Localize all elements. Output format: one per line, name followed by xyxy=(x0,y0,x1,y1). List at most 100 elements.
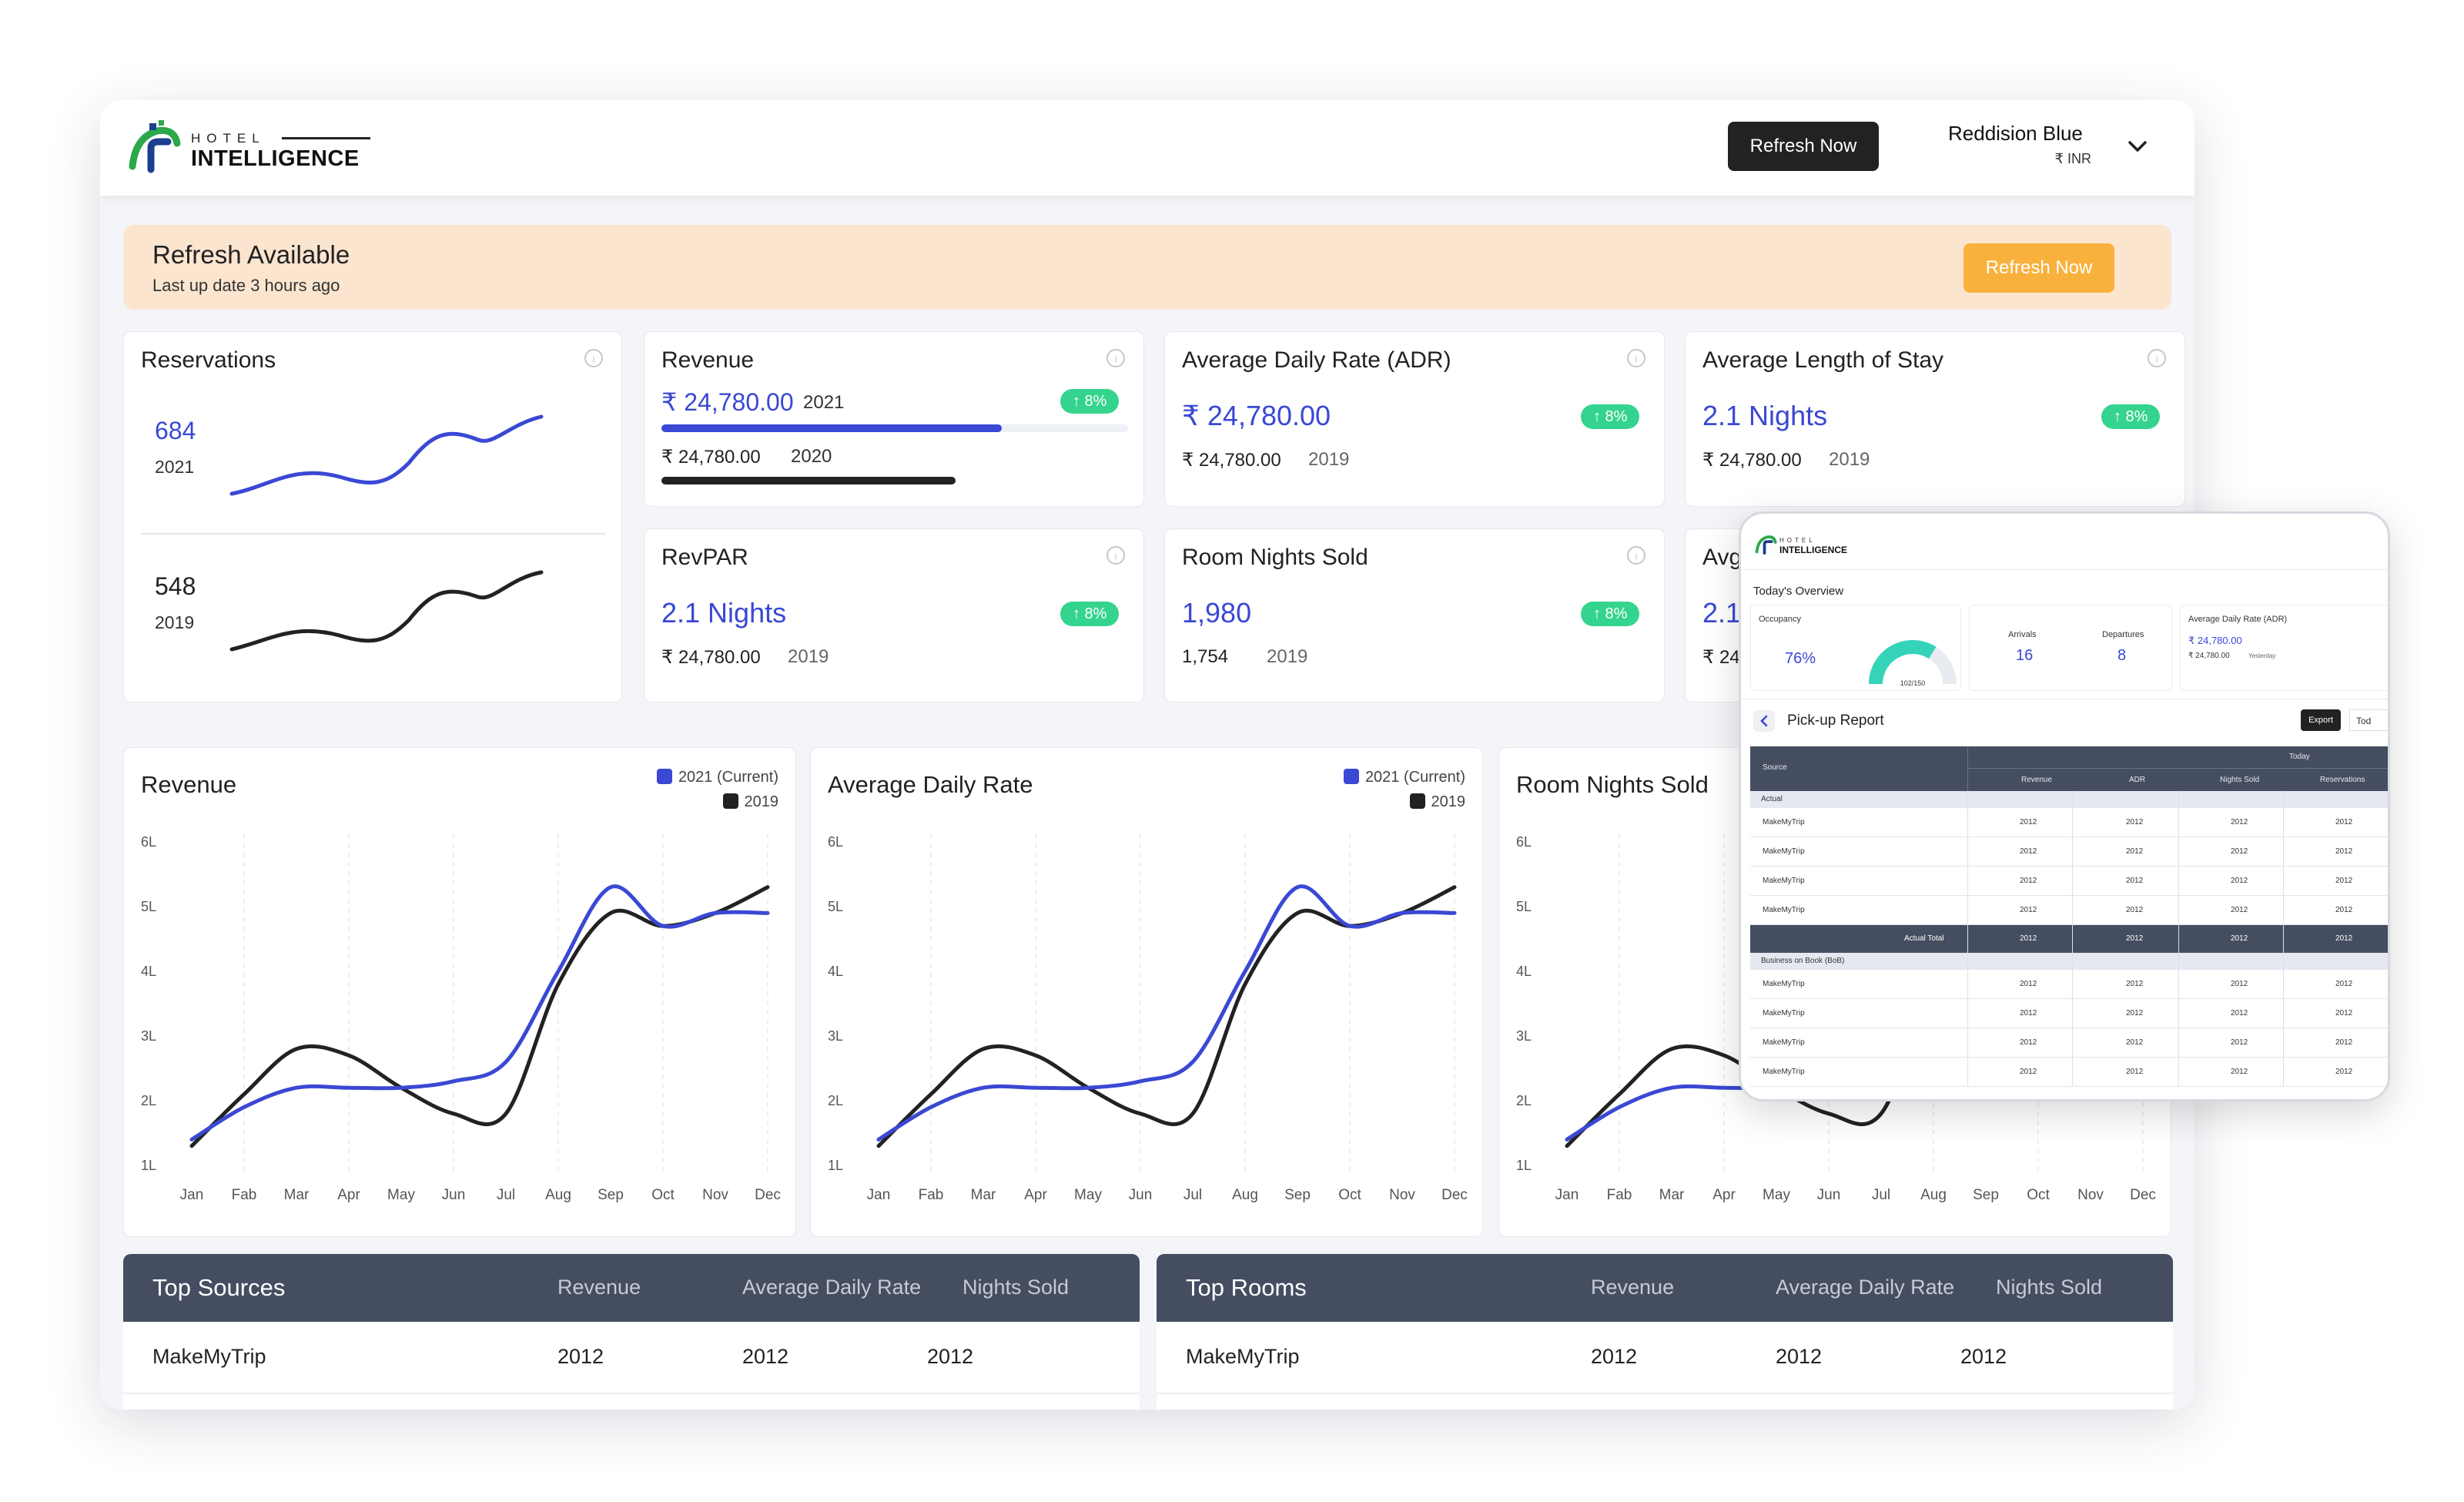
revenue-title: Revenue xyxy=(661,347,755,373)
row-value-cell: 2012 xyxy=(2335,906,2353,914)
y-tick-label: 4L xyxy=(828,964,843,979)
column-header-revenue[interactable]: Revenue xyxy=(2021,776,2052,784)
row-value-cell: 2012 xyxy=(2126,847,2144,856)
table-row: MakeMyTrip 2012 2012 2012 2012 xyxy=(1750,867,2388,896)
row-value-cell: 2012 xyxy=(2126,934,2144,943)
legend-swatch-previous xyxy=(1409,793,1425,809)
tablet-occupancy-label: Occupancy xyxy=(1759,615,1802,624)
info-icon[interactable]: i xyxy=(1625,347,1647,369)
column-header-adr[interactable]: ADR xyxy=(2129,776,2145,784)
top-rooms-header: Top Rooms Revenue Average Daily Rate Nig… xyxy=(1157,1254,2173,1322)
revenue-chart-card: 6L 5L 4L 3L 2L 1L Jan Fab Mar Apr May Jun Jul Aug Sep O… xyxy=(123,747,796,1237)
x-tick-label: Mar xyxy=(1659,1187,1685,1203)
banner-refresh-button[interactable]: Refresh Now xyxy=(1964,243,2114,293)
row-value-cell: 2012 xyxy=(2231,980,2248,988)
row-value-cell: 2012 xyxy=(2335,877,2353,885)
top-sources-title: Top Sources xyxy=(152,1274,286,1301)
back-arrow-icon[interactable] xyxy=(1753,710,1775,732)
row-value-cell: 2012 xyxy=(2231,1068,2248,1076)
room-nights-title: Room Nights Sold xyxy=(1182,545,1368,570)
y-tick-label: 6L xyxy=(141,834,156,850)
info-icon[interactable]: i xyxy=(2146,347,2168,369)
revpar-value: 2.1 Nights xyxy=(661,597,787,629)
revpar-compare-value: ₹ 24,780.00 xyxy=(661,647,761,668)
row-value-cell: 2012 xyxy=(2126,1009,2144,1018)
column-header-reservations[interactable]: Reservations xyxy=(2320,776,2365,784)
reservations-sparklines xyxy=(141,414,606,652)
source-nights-sold: 2012 xyxy=(927,1345,974,1368)
info-icon[interactable]: i xyxy=(1105,347,1127,369)
row-value-cell: 2012 xyxy=(2020,847,2037,856)
x-tick-label: Oct xyxy=(2027,1187,2050,1203)
partial-kpi-title: Avg xyxy=(1702,545,1743,570)
revpar-card: RevPAR i 2.1 Nights ↑ 8% ₹ 24,780.00 201… xyxy=(644,528,1144,702)
tablet-occupancy-gauge: 102/150 xyxy=(1869,640,1957,687)
x-tick-label: Jan xyxy=(867,1187,891,1203)
row-value-cell: 2012 xyxy=(2126,877,2144,885)
adr-line-chart: 6L 5L 4L 3L 2L 1L Jan Fab Mar Apr May Jun Jul Aug Sep O… xyxy=(828,834,1468,1203)
pickup-table-header: Source Today Revenue ADR Nights Sold Res… xyxy=(1750,746,2388,791)
row-value-cell: 2012 xyxy=(2231,877,2248,885)
legend-item-previous: 2019 xyxy=(1344,790,1465,814)
info-icon[interactable]: i xyxy=(1105,545,1127,566)
table-row: MakeMyTrip 2012 2012 2012 2012 xyxy=(1750,1028,2388,1058)
row-value-cell: 2012 xyxy=(2020,1038,2037,1047)
row-value-cell: 2012 xyxy=(2231,934,2248,943)
row-value-cell: 2012 xyxy=(2020,1009,2037,1018)
svg-text:i: i xyxy=(1635,353,1638,364)
column-header-revenue[interactable]: Revenue xyxy=(1591,1276,1674,1299)
hotel-intelligence-logo[interactable]: HOTEL INTELLIGENCE xyxy=(128,120,374,177)
column-header-revenue[interactable]: Revenue xyxy=(557,1276,641,1299)
row-value-cell: 2012 xyxy=(2335,1038,2353,1047)
room-nights-compare-value: 1,754 xyxy=(1182,646,1229,667)
column-header-adr[interactable]: Average Daily Rate xyxy=(1776,1276,1954,1299)
row-value-cell: 2012 xyxy=(2020,1068,2037,1076)
x-tick-label: Fab xyxy=(919,1187,944,1203)
hotel-name[interactable]: Reddision Blue xyxy=(1948,122,2194,146)
x-tick-label: Jul xyxy=(497,1187,515,1203)
column-header-nights-sold[interactable]: Nights Sold xyxy=(1996,1276,2102,1299)
row-value-cell: 2012 xyxy=(2126,1068,2144,1076)
x-tick-label: Oct xyxy=(651,1187,675,1203)
row-source-cell: MakeMyTrip xyxy=(1763,906,1805,914)
header-divider xyxy=(1967,746,1968,791)
tablet-arrivals-value: 16 xyxy=(2016,647,2034,664)
y-tick-label: 3L xyxy=(1516,1028,1532,1044)
column-header-nights-sold[interactable]: Nights Sold xyxy=(962,1276,1069,1299)
alos-compare-value: ₹ 24,780.00 xyxy=(1702,450,1802,471)
room-revenue: 2012 xyxy=(1591,1345,1638,1368)
x-tick-label: Aug xyxy=(1920,1187,1947,1203)
tablet-adr-label: Average Daily Rate (ADR) xyxy=(2188,615,2288,624)
legend-label-previous: 2019 xyxy=(744,793,779,810)
revenue-line-chart: 6L 5L 4L 3L 2L 1L Jan Fab Mar Apr May Jun Jul Aug Sep O… xyxy=(141,834,781,1203)
chevron-down-icon[interactable] xyxy=(2122,131,2153,162)
row-divider xyxy=(123,1393,1140,1394)
column-header-nights-sold[interactable]: Nights Sold xyxy=(2220,776,2259,784)
info-icon[interactable]: i xyxy=(1625,545,1647,566)
tablet-export-button[interactable]: Export xyxy=(2301,709,2341,731)
partial-kpi-value: 2.1 xyxy=(1702,597,1742,629)
legend-swatch-current xyxy=(1343,769,1359,784)
x-tick-label: Apr xyxy=(337,1187,360,1203)
table-row: MakeMyTrip 2012 2012 2012 2012 xyxy=(1750,970,2388,999)
revenue-current-track xyxy=(661,424,1128,432)
x-tick-label: Apr xyxy=(1712,1187,1736,1203)
legend-swatch-current xyxy=(656,769,672,784)
partial-kpi-compare: ₹ 24 xyxy=(1702,647,1740,668)
legend-label-previous: 2019 xyxy=(1431,793,1466,810)
x-tick-label: Jun xyxy=(1129,1187,1153,1203)
tablet-departures-label: Departures xyxy=(2102,630,2144,639)
tablet-date-tab[interactable]: Tod xyxy=(2349,709,2388,731)
refresh-now-button[interactable]: Refresh Now xyxy=(1728,122,1879,171)
section-business-on-book: Business on Book (BoB) xyxy=(1750,953,2388,970)
x-tick-label: Aug xyxy=(1232,1187,1258,1203)
alos-compare-year: 2019 xyxy=(1829,449,1870,470)
row-value-cell: 2012 xyxy=(2231,906,2248,914)
y-tick-label: 3L xyxy=(141,1028,156,1044)
y-tick-label: 4L xyxy=(141,964,156,979)
x-tick-label: Dec xyxy=(1441,1187,1468,1203)
y-tick-label: 1L xyxy=(828,1158,843,1173)
revpar-title: RevPAR xyxy=(661,545,748,570)
column-header-adr[interactable]: Average Daily Rate xyxy=(742,1276,921,1299)
tablet-adr-compare-label: Yesterday xyxy=(2248,652,2276,659)
